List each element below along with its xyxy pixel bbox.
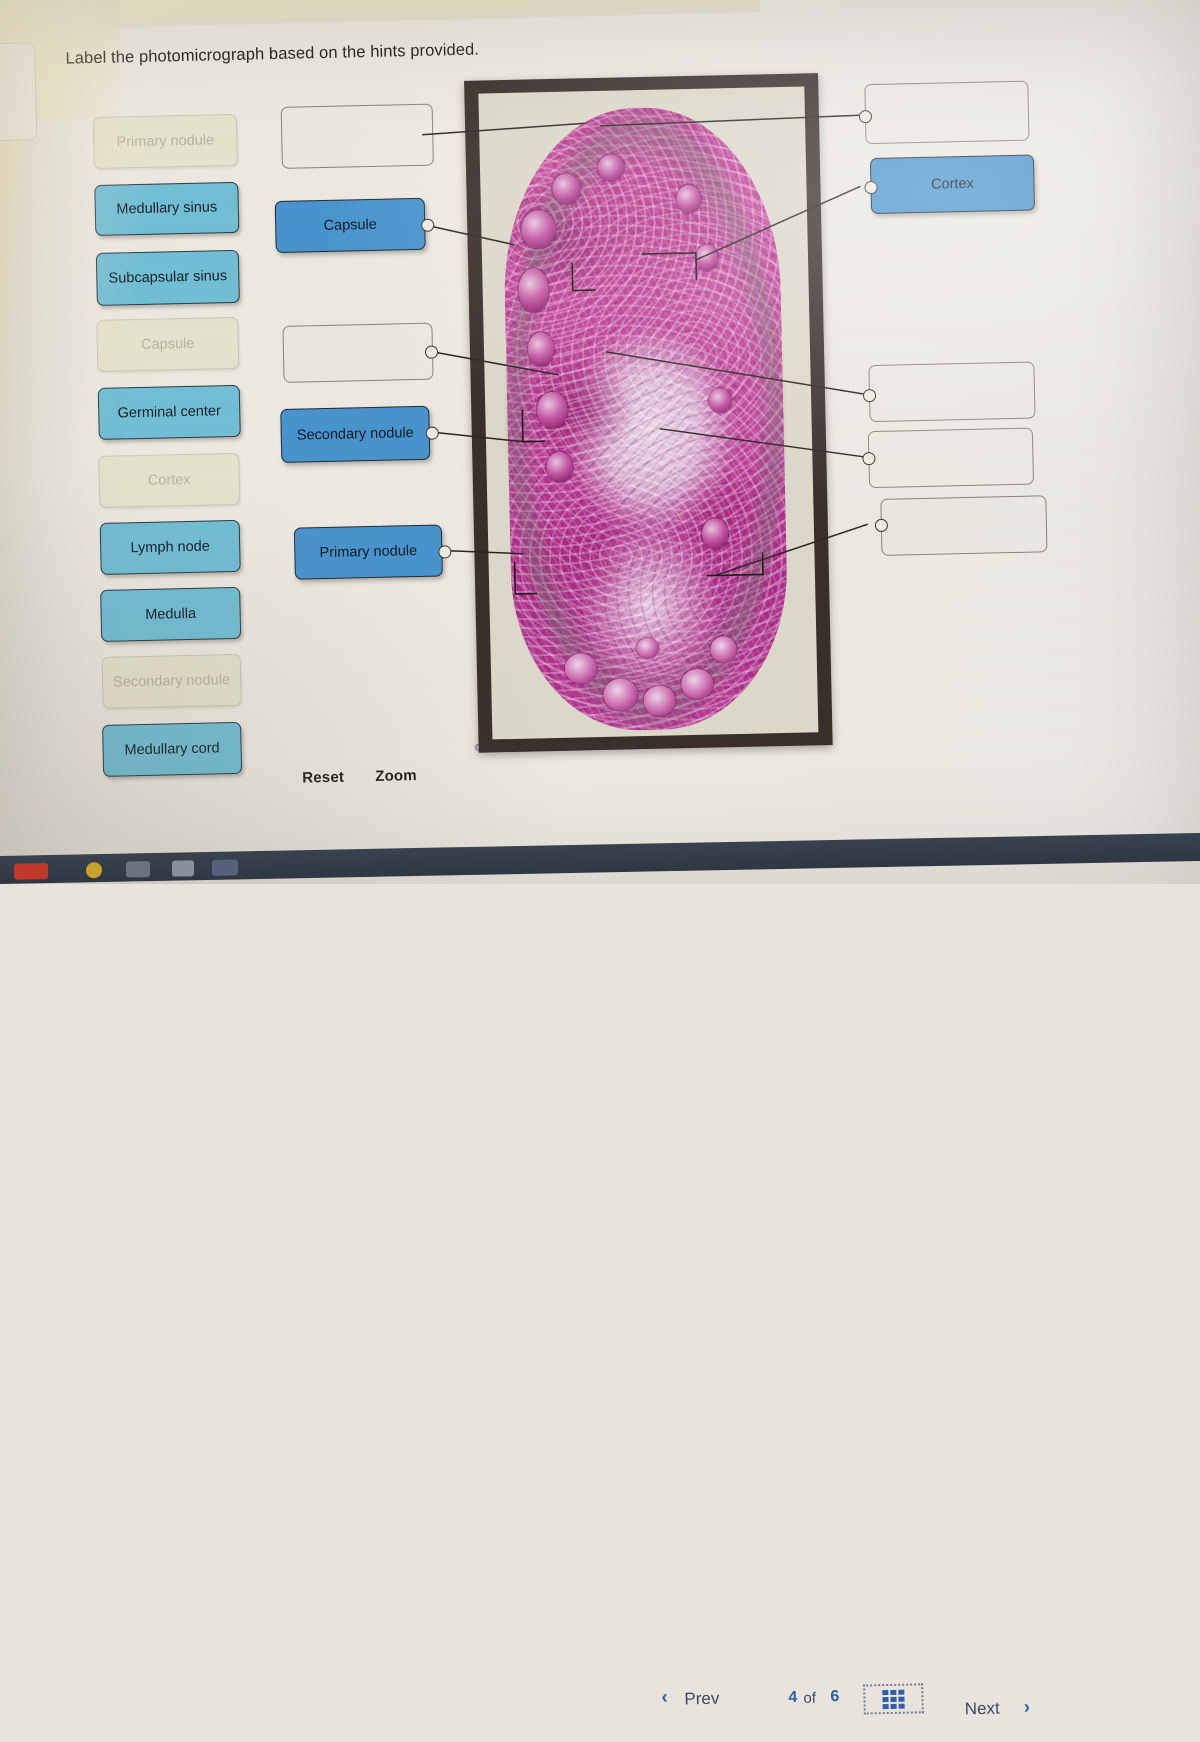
label-bank-item-text: Capsule [140, 335, 195, 353]
label-bank-item[interactable]: Subcapsular sinus [95, 249, 240, 306]
label-bank-item-text: Lymph node [130, 538, 211, 557]
screen-plane: 4 Label the photomicrograph based on the… [0, 0, 1200, 1718]
answer-slot[interactable]: Primary nodule [293, 524, 443, 580]
label-bank-item-text: Secondary nodule [113, 672, 231, 691]
micrograph-canvas [478, 86, 819, 740]
page-of-label: of [803, 1689, 817, 1707]
current-page: 4 [788, 1688, 798, 1707]
total-pages: 6 [830, 1688, 840, 1706]
label-bank-item[interactable]: Medullary sinus [94, 181, 240, 236]
label-bank-item[interactable]: Medulla [100, 586, 242, 642]
slot-connector-dot [438, 545, 452, 559]
next-chevron-icon[interactable]: › [1023, 1697, 1030, 1719]
photomicrograph[interactable] [464, 73, 833, 753]
question-number-card [0, 42, 38, 142]
label-bank-item[interactable]: Cortex [98, 452, 241, 508]
page-title: Label the photomicrograph based on the h… [65, 40, 480, 68]
answer-slot[interactable]: Secondary nodule [280, 405, 431, 463]
photographed-screen: 4 Label the photomicrograph based on the… [0, 0, 1200, 1718]
answer-slot[interactable] [280, 103, 434, 169]
taskbar-icon[interactable] [212, 859, 238, 876]
taskbar-icon[interactable] [126, 861, 150, 878]
answer-slot[interactable] [867, 427, 1035, 489]
zoom-button[interactable]: Zoom [375, 767, 417, 785]
grid-view-icon[interactable] [863, 1683, 924, 1715]
label-bank-item-text: Primary nodule [116, 132, 215, 151]
answer-slot[interactable] [282, 322, 434, 383]
label-bank-item-text: Subcapsular sinus [108, 268, 228, 288]
label-bank-item-text: Medullary sinus [116, 199, 218, 218]
label-bank-item[interactable]: Medullary cord [102, 721, 243, 777]
slot-connector-dot [424, 345, 439, 359]
label-bank-item-text: Medulla [145, 605, 197, 623]
taskbar-icon[interactable] [172, 860, 194, 877]
slot-connector-dot [421, 218, 435, 232]
label-bank-item[interactable]: Primary nodule [92, 113, 238, 169]
slot-connector-dot [425, 426, 439, 440]
next-button[interactable]: Next [965, 1699, 1000, 1720]
label-bank-item-text: Germinal center [117, 403, 221, 422]
prev-chevron-icon[interactable]: ‹ [661, 1687, 668, 1709]
answer-slot[interactable]: Capsule [274, 197, 426, 254]
answer-slot-text: Capsule [323, 216, 377, 234]
reset-button[interactable]: Reset [302, 769, 344, 787]
answer-slot-text: Cortex [930, 175, 974, 193]
label-bank-item[interactable]: Lymph node [99, 519, 241, 575]
prev-button[interactable]: Prev [684, 1689, 719, 1710]
answer-slot[interactable]: Cortex [869, 154, 1036, 215]
answer-slot-text: Secondary nodule [296, 424, 414, 444]
label-bank-item[interactable]: Secondary nodule [101, 653, 242, 709]
image-credit: ©McGraw-Hill Education/Greg Reeder [474, 739, 643, 754]
answer-slot[interactable] [880, 495, 1048, 556]
taskbar-icon[interactable] [14, 863, 48, 880]
label-bank-item-text: Medullary cord [124, 740, 220, 759]
answer-slot[interactable] [864, 80, 1030, 145]
answer-slot-text: Primary nodule [319, 542, 418, 562]
label-bank-item[interactable]: Capsule [96, 316, 240, 372]
taskbar-icon[interactable] [86, 862, 102, 879]
label-bank-item-text: Cortex [147, 471, 191, 489]
label-bank-item[interactable]: Germinal center [97, 384, 241, 440]
answer-slot[interactable] [868, 361, 1036, 423]
